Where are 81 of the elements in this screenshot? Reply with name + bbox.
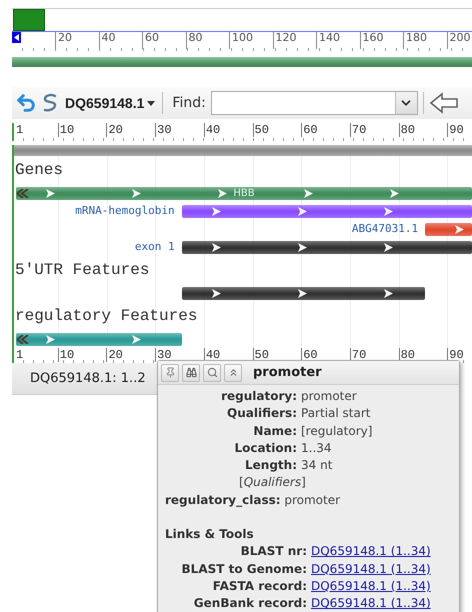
ruler-label: 60 [301,123,350,137]
track-title: Genes [14,161,64,179]
start-chevron-icon [17,189,29,198]
ruler-label: 100 [229,32,272,49]
record-link[interactable]: DQ659148.1 (1..34) [311,595,459,612]
track-title: regulatory Features [14,307,198,325]
feature-label[interactable]: ABG47031.1 [352,222,418,235]
direction-arrow-icon [455,225,464,234]
search-icon[interactable] [203,364,221,382]
track-title: 5'UTR Features [14,261,150,279]
undo-icon[interactable] [15,92,37,114]
field-value: 1..34 [301,440,333,457]
field-value: 34 nt [301,457,334,474]
links-heading: Links & Tools [165,526,255,544]
field-label: Name: [252,422,297,440]
ruler-label: 70 [350,123,399,137]
direction-arrow-icon [298,243,307,252]
ruler-label: 10 [58,123,106,137]
binoculars-icon[interactable] [182,364,200,382]
record-link[interactable]: DQ659148.1 (1..34) [311,578,459,596]
dropdown-button[interactable] [394,92,417,114]
sequence-dropdown[interactable]: DQ659148.1 [63,95,158,111]
ruler-label: 180 [403,32,446,49]
link-label: GenBank record: [192,595,307,612]
link-label: BLAST to Genome: [180,560,307,578]
ruler-label: 80 [398,123,448,137]
ruler-label: 120 [272,32,316,49]
find-label: Find: [172,95,206,111]
ruler-label: 140 [316,32,360,49]
field-value: Partial start [301,405,372,422]
ruler-label: 40 [98,32,142,49]
feature-label: HBB [233,187,255,200]
feature-bar[interactable] [182,287,426,300]
field-label: Location: [233,440,297,457]
direction-arrow-icon [46,335,55,344]
ruler-label: 10 [58,348,106,362]
direction-arrow-icon [298,289,307,298]
field-value: promoter [284,492,340,507]
direction-arrow-icon [384,243,393,252]
qualifiers-heading: [Qualifiers] [238,474,307,492]
find-field[interactable] [210,91,418,115]
direction-arrow-icon [212,289,221,298]
field-value: [regulatory] [301,422,374,440]
ruler-label: 160 [360,32,403,49]
field-value: promoter [301,388,358,405]
feature-label[interactable]: mRNA-hemoglobin [75,204,175,217]
ruler-label: 20 [106,348,156,362]
field-label: Qualifiers: [226,405,297,422]
feature-bar[interactable] [16,333,182,346]
link-label: FASTA record: [212,578,307,595]
back-arrow-icon[interactable] [428,92,459,114]
ruler-label: 90 [447,123,472,137]
pin-icon[interactable] [161,364,179,382]
ruler-label: 1 [15,123,24,137]
ruler-label: 200 [446,32,472,49]
feature-label[interactable]: exon 1 [134,240,175,253]
start-chevron-icon [17,335,29,344]
caret-icon [147,100,156,106]
direction-arrow-icon [132,189,141,198]
feature-bar[interactable] [182,241,472,254]
field-label: regulatory: [220,388,297,405]
record-link[interactable]: DQ659148.1 (1..34) [311,560,459,578]
ruler-label: 40 [204,123,253,137]
direction-arrow-icon [46,189,55,198]
ruler-label: 50 [252,123,302,137]
ruler-label: 20 [106,123,156,137]
field-label: Length: [244,457,297,474]
ruler-label: 1 [15,348,24,362]
direction-arrow-icon [132,335,141,344]
link-label: BLAST nr: [240,543,307,560]
ruler-label: 30 [155,123,204,137]
left-marker-icon[interactable] [12,32,21,43]
ruler-label: 60 [142,32,186,49]
direction-arrow-icon [212,243,221,252]
popup-title: promoter [253,365,322,380]
collapse-icon[interactable] [224,364,242,382]
record-link[interactable]: DQ659148.1 (1..34) [311,543,459,561]
ruler-label: 20 [55,32,98,49]
field-label: regulatory_class: [165,492,281,507]
ruler-label: 80 [186,32,229,49]
direction-arrow-icon [384,289,393,298]
